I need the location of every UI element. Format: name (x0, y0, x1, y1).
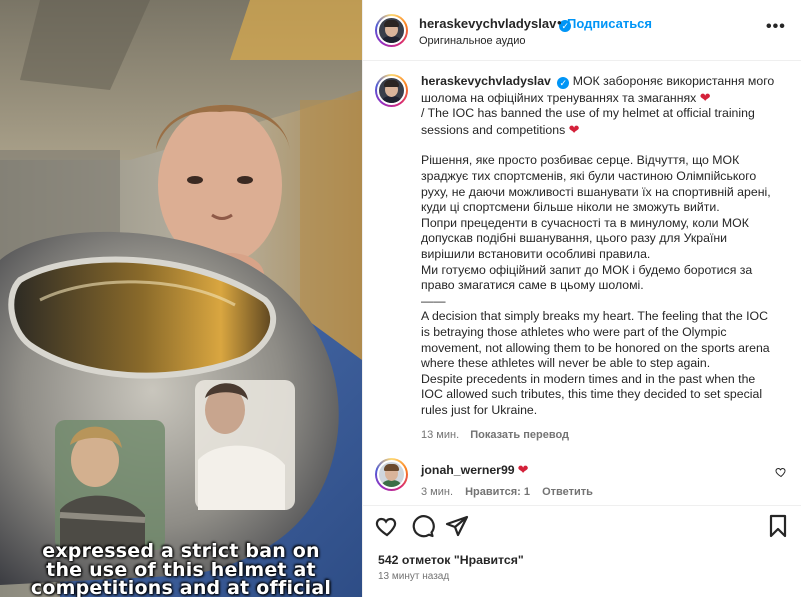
heart-emoji-icon: ❤ (699, 89, 711, 105)
caption-ua-paragraph: Ми готуємо офіційний запит до МОК і буде… (421, 262, 753, 293)
comment-like-heart-icon[interactable] (775, 466, 787, 478)
reel-video[interactable]: expressed a strict ban on the use of thi… (0, 0, 362, 597)
comment-meta: 3 мин. Нравится: 1 Ответить (421, 486, 602, 498)
caption-en-title: / The IOC has banned the use of my helme… (421, 106, 755, 137)
commenter-username[interactable]: jonah_werner99 (421, 463, 515, 477)
verified-badge-icon: ✓ (557, 77, 570, 89)
post-action-bar (375, 514, 790, 540)
post-time-ago[interactable]: 13 минут назад (378, 571, 449, 582)
heart-icon[interactable] (375, 514, 399, 538)
share-icon[interactable] (445, 514, 469, 538)
caption-ua-paragraph: Попри прецеденти в сучасності та в минул… (421, 215, 749, 261)
follow-button[interactable]: Подписаться (567, 16, 652, 31)
comment-icon[interactable] (411, 514, 435, 538)
commenter-avatar[interactable] (375, 458, 408, 491)
heart-emoji-icon: ❤ (517, 462, 529, 477)
caption-en-paragraph: Despite precedents in modern times and i… (421, 371, 763, 417)
comment-body: jonah_werner99 ❤ (421, 462, 529, 478)
caption-username[interactable]: heraskevychvladyslav (421, 74, 551, 88)
author-username-header[interactable]: heraskevychvladyslav ✓ (419, 16, 572, 32)
original-audio-link[interactable]: Оригинальное аудио (419, 35, 526, 47)
comment-timestamp[interactable]: 3 мин. (421, 486, 453, 498)
header-divider (362, 60, 801, 61)
caption-ua-paragraph: Рішення, яке просто розбиває серце. Відч… (421, 153, 771, 215)
heart-emoji-icon: ❤ (568, 121, 580, 137)
video-frame (0, 0, 362, 597)
bookmark-icon[interactable] (766, 514, 790, 538)
video-subtitle-line: competitions and at official (30, 577, 332, 597)
comment-likes-count[interactable]: Нравится: 1 (465, 486, 530, 498)
caption-timestamp[interactable]: 13 мин. (421, 429, 459, 441)
caption-separator: —— (421, 293, 446, 308)
caption-en-paragraph: A decision that simply breaks my heart. … (421, 309, 770, 371)
post-caption: heraskevychvladyslav ✓ МОК забороняє вик… (421, 74, 776, 418)
show-translation-link[interactable]: Показать перевод (470, 429, 569, 441)
header-separator: • (557, 15, 562, 30)
author-avatar[interactable] (375, 14, 408, 47)
caption-author-avatar[interactable] (375, 74, 408, 107)
likes-count[interactable]: 542 отметок "Нравится" (378, 553, 524, 567)
more-options-icon[interactable]: ••• (766, 18, 786, 36)
actions-divider (362, 505, 801, 506)
reply-button[interactable]: Ответить (542, 486, 593, 498)
author-username-text[interactable]: heraskevychvladyslav (419, 16, 556, 31)
caption-meta: 13 мин. Показать перевод (421, 429, 569, 441)
